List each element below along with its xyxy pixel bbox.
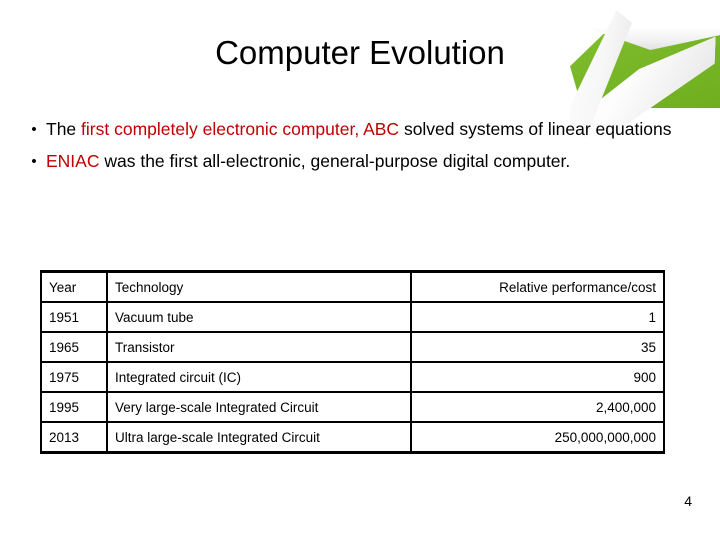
cell-year: 1995 [40,391,108,423]
column-header-technology: Technology [106,270,412,303]
slide-number: 4 [684,493,692,509]
bullet-tail-text: solved systems of linear equations [399,119,672,139]
table-header: Year Technology Relative performance/cos… [40,270,665,303]
cell-technology: Vacuum tube [106,301,412,333]
cell-performance: 1 [410,301,665,333]
cell-year: 1951 [40,301,108,333]
cell-performance: 900 [410,361,665,393]
cell-performance: 2,400,000 [410,391,665,423]
slide-canvas: Computer Evolution • The first completel… [0,0,720,540]
bullet-highlight-text: ENIAC [46,151,100,171]
list-item: • ENIAC was the first all-electronic, ge… [22,149,690,174]
bullet-tail-text: was the first all-electronic, general-pu… [99,151,571,171]
list-item: • The first completely electronic comput… [22,117,690,142]
bullet-marker-icon: • [31,121,37,138]
list-item-text: The first completely electronic computer… [46,117,690,142]
bullet-marker-icon: • [31,153,37,170]
cell-technology: Ultra large-scale Integrated Circuit [106,421,412,454]
performance-table-container: Year Technology Relative performance/cos… [40,270,665,454]
cell-technology: Very large-scale Integrated Circuit [106,391,412,423]
table-header-row: Year Technology Relative performance/cos… [40,270,665,303]
table-row: 1975 Integrated circuit (IC) 900 [40,361,665,393]
cell-performance: 250,000,000,000 [410,421,665,454]
list-item-text: ENIAC was the first all-electronic, gene… [46,149,690,174]
cell-technology: Integrated circuit (IC) [106,361,412,393]
table-row: 1965 Transistor 35 [40,331,665,363]
bullet-lead-text: The [46,119,82,139]
cell-performance: 35 [410,331,665,363]
cell-year: 1965 [40,331,108,363]
cell-year: 2013 [40,421,108,454]
table-body: 1951 Vacuum tube 1 1965 Transistor 35 19… [40,301,665,454]
table-row: 2013 Ultra large-scale Integrated Circui… [40,421,665,454]
cell-technology: Transistor [106,331,412,363]
table-row: 1995 Very large-scale Integrated Circuit… [40,391,665,423]
bullet-highlight-text: first completely electronic computer, AB… [81,119,400,139]
cell-year: 1975 [40,361,108,393]
table-row: 1951 Vacuum tube 1 [40,301,665,333]
page-title: Computer Evolution [215,34,505,71]
column-header-year: Year [40,270,108,303]
column-header-performance: Relative performance/cost [410,270,665,303]
bullet-list: • The first completely electronic comput… [22,117,690,181]
performance-table: Year Technology Relative performance/cos… [40,270,665,454]
